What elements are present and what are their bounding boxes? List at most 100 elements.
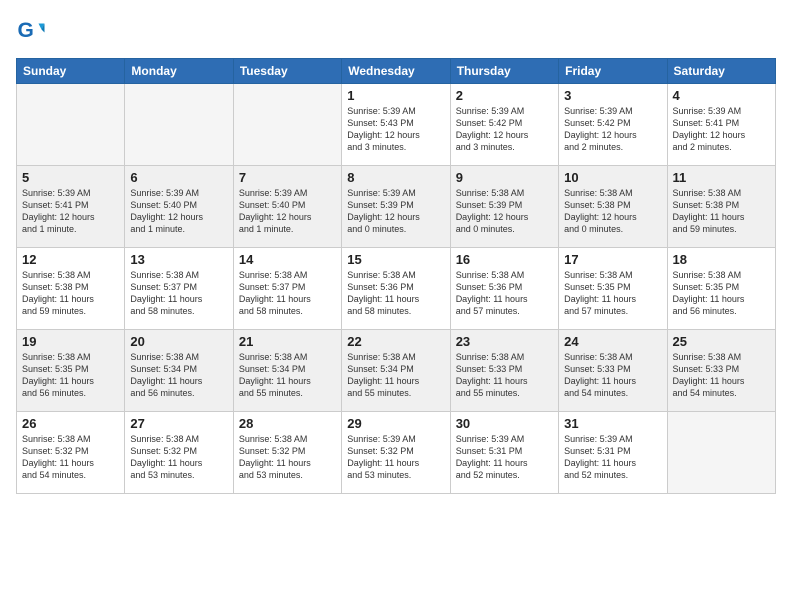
day-info: Sunrise: 5:38 AM Sunset: 5:38 PM Dayligh… [22, 269, 119, 318]
day-info: Sunrise: 5:38 AM Sunset: 5:34 PM Dayligh… [239, 351, 336, 400]
day-number: 17 [564, 252, 661, 267]
day-info: Sunrise: 5:38 AM Sunset: 5:33 PM Dayligh… [673, 351, 770, 400]
calendar: SundayMondayTuesdayWednesdayThursdayFrid… [16, 58, 776, 494]
day-number: 12 [22, 252, 119, 267]
calendar-cell: 28Sunrise: 5:38 AM Sunset: 5:32 PM Dayli… [233, 412, 341, 494]
calendar-cell: 14 Sunrise: 5:38 AM Sunset: 5:37 PM Dayli… [233, 248, 341, 330]
day-number: 15 [347, 252, 444, 267]
calendar-cell: 4 Sunrise: 5:39 AM Sunset: 5:41 PM Daylig… [667, 84, 775, 166]
day-number: 29 [347, 416, 444, 431]
day-number: 26 [22, 416, 119, 431]
calendar-cell: 31 Sunrise: 5:39 AM Sunset: 5:31 PM Dayli… [559, 412, 667, 494]
day-number: 14 [239, 252, 336, 267]
day-info: Sunrise: 5:38 AM Sunset: 5:34 PM Dayligh… [347, 351, 444, 400]
day-number: 5 [22, 170, 119, 185]
day-number: 6 [130, 170, 227, 185]
day-number: 2 [456, 88, 553, 103]
day-info: Sunrise: 5:39 AM Sunset: 5:41 PM Dayligh… [673, 105, 770, 154]
day-number: 7 [239, 170, 336, 185]
day-info: Sunrise: 5:38 AM Sunset: 5:37 PM Dayligh… [239, 269, 336, 318]
day-info: Sunrise: 5:38 AM Sunset: 5:32 PM Dayligh… [130, 433, 227, 482]
calendar-cell: 19Sunrise: 5:38 AM Sunset: 5:35 PM Dayli… [17, 330, 125, 412]
calendar-cell: 22 Sunrise: 5:38 AM Sunset: 5:34 PM Dayli… [342, 330, 450, 412]
weekday-header: Saturday [667, 59, 775, 84]
day-number: 30 [456, 416, 553, 431]
calendar-week-row: 26 Sunrise: 5:38 AM Sunset: 5:32 PM Dayli… [17, 412, 776, 494]
calendar-cell: 27 Sunrise: 5:38 AM Sunset: 5:32 PM Dayli… [125, 412, 233, 494]
calendar-cell: 5 Sunrise: 5:39 AM Sunset: 5:41 PM Daylig… [17, 166, 125, 248]
day-number: 16 [456, 252, 553, 267]
day-number: 24 [564, 334, 661, 349]
calendar-week-row: 12 Sunrise: 5:38 AM Sunset: 5:38 PM Dayli… [17, 248, 776, 330]
logo-icon: G [16, 16, 46, 46]
calendar-cell: 21Sunrise: 5:38 AM Sunset: 5:34 PM Dayli… [233, 330, 341, 412]
day-info: Sunrise: 5:39 AM Sunset: 5:31 PM Dayligh… [456, 433, 553, 482]
day-info: Sunrise: 5:39 AM Sunset: 5:42 PM Dayligh… [456, 105, 553, 154]
day-info: Sunrise: 5:38 AM Sunset: 5:38 PM Dayligh… [564, 187, 661, 236]
day-info: Sunrise: 5:38 AM Sunset: 5:35 PM Dayligh… [22, 351, 119, 400]
calendar-cell: 10Sunrise: 5:38 AM Sunset: 5:38 PM Dayli… [559, 166, 667, 248]
weekday-header: Tuesday [233, 59, 341, 84]
day-info: Sunrise: 5:39 AM Sunset: 5:32 PM Dayligh… [347, 433, 444, 482]
calendar-cell: 25 Sunrise: 5:38 AM Sunset: 5:33 PM Dayli… [667, 330, 775, 412]
calendar-cell: 18 Sunrise: 5:38 AM Sunset: 5:35 PM Dayli… [667, 248, 775, 330]
day-number: 31 [564, 416, 661, 431]
calendar-cell: 1 Sunrise: 5:39 AM Sunset: 5:43 PM Daylig… [342, 84, 450, 166]
day-info: Sunrise: 5:38 AM Sunset: 5:33 PM Dayligh… [456, 351, 553, 400]
calendar-cell: 12 Sunrise: 5:38 AM Sunset: 5:38 PM Dayli… [17, 248, 125, 330]
day-number: 20 [130, 334, 227, 349]
weekday-header: Monday [125, 59, 233, 84]
logo: G [16, 16, 50, 46]
calendar-cell: 11Sunrise: 5:38 AM Sunset: 5:38 PM Dayli… [667, 166, 775, 248]
day-info: Sunrise: 5:39 AM Sunset: 5:43 PM Dayligh… [347, 105, 444, 154]
calendar-cell [667, 412, 775, 494]
calendar-cell: 29 Sunrise: 5:39 AM Sunset: 5:32 PM Dayli… [342, 412, 450, 494]
day-number: 13 [130, 252, 227, 267]
day-number: 25 [673, 334, 770, 349]
weekday-header: Sunday [17, 59, 125, 84]
day-info: Sunrise: 5:39 AM Sunset: 5:42 PM Dayligh… [564, 105, 661, 154]
day-number: 3 [564, 88, 661, 103]
page: G SundayMondayTuesdayWednesdayThursdayFr… [0, 0, 792, 612]
day-info: Sunrise: 5:39 AM Sunset: 5:31 PM Dayligh… [564, 433, 661, 482]
day-number: 18 [673, 252, 770, 267]
weekday-header: Thursday [450, 59, 558, 84]
day-info: Sunrise: 5:39 AM Sunset: 5:40 PM Dayligh… [130, 187, 227, 236]
calendar-cell [17, 84, 125, 166]
calendar-cell: 23Sunrise: 5:38 AM Sunset: 5:33 PM Dayli… [450, 330, 558, 412]
day-number: 1 [347, 88, 444, 103]
calendar-cell: 2 Sunrise: 5:39 AM Sunset: 5:42 PM Daylig… [450, 84, 558, 166]
day-number: 9 [456, 170, 553, 185]
weekday-header: Friday [559, 59, 667, 84]
day-info: Sunrise: 5:38 AM Sunset: 5:37 PM Dayligh… [130, 269, 227, 318]
day-info: Sunrise: 5:38 AM Sunset: 5:36 PM Dayligh… [456, 269, 553, 318]
calendar-cell: 24 Sunrise: 5:38 AM Sunset: 5:33 PM Dayli… [559, 330, 667, 412]
calendar-cell: 7 Sunrise: 5:39 AM Sunset: 5:40 PM Daylig… [233, 166, 341, 248]
day-info: Sunrise: 5:39 AM Sunset: 5:41 PM Dayligh… [22, 187, 119, 236]
calendar-cell: 16 Sunrise: 5:38 AM Sunset: 5:36 PM Dayli… [450, 248, 558, 330]
day-info: Sunrise: 5:38 AM Sunset: 5:35 PM Dayligh… [673, 269, 770, 318]
calendar-cell: 17 Sunrise: 5:38 AM Sunset: 5:35 PM Dayli… [559, 248, 667, 330]
svg-text:G: G [18, 19, 34, 42]
calendar-cell: 26 Sunrise: 5:38 AM Sunset: 5:32 PM Dayli… [17, 412, 125, 494]
day-number: 8 [347, 170, 444, 185]
calendar-week-row: 5 Sunrise: 5:39 AM Sunset: 5:41 PM Daylig… [17, 166, 776, 248]
calendar-cell: 13 Sunrise: 5:38 AM Sunset: 5:37 PM Dayli… [125, 248, 233, 330]
day-info: Sunrise: 5:38 AM Sunset: 5:35 PM Dayligh… [564, 269, 661, 318]
day-info: Sunrise: 5:39 AM Sunset: 5:40 PM Dayligh… [239, 187, 336, 236]
calendar-cell: 20 Sunrise: 5:38 AM Sunset: 5:34 PM Dayli… [125, 330, 233, 412]
calendar-cell: 30 Sunrise: 5:39 AM Sunset: 5:31 PM Dayli… [450, 412, 558, 494]
calendar-cell: 9Sunrise: 5:38 AM Sunset: 5:39 PM Daylig… [450, 166, 558, 248]
calendar-cell: 3 Sunrise: 5:39 AM Sunset: 5:42 PM Daylig… [559, 84, 667, 166]
weekday-header: Wednesday [342, 59, 450, 84]
day-number: 22 [347, 334, 444, 349]
calendar-cell: 15Sunrise: 5:38 AM Sunset: 5:36 PM Dayli… [342, 248, 450, 330]
day-number: 27 [130, 416, 227, 431]
calendar-cell [125, 84, 233, 166]
day-number: 4 [673, 88, 770, 103]
calendar-cell [233, 84, 341, 166]
day-info: Sunrise: 5:38 AM Sunset: 5:32 PM Dayligh… [22, 433, 119, 482]
calendar-cell: 6 Sunrise: 5:39 AM Sunset: 5:40 PM Daylig… [125, 166, 233, 248]
day-info: Sunrise: 5:38 AM Sunset: 5:34 PM Dayligh… [130, 351, 227, 400]
day-info: Sunrise: 5:38 AM Sunset: 5:33 PM Dayligh… [564, 351, 661, 400]
